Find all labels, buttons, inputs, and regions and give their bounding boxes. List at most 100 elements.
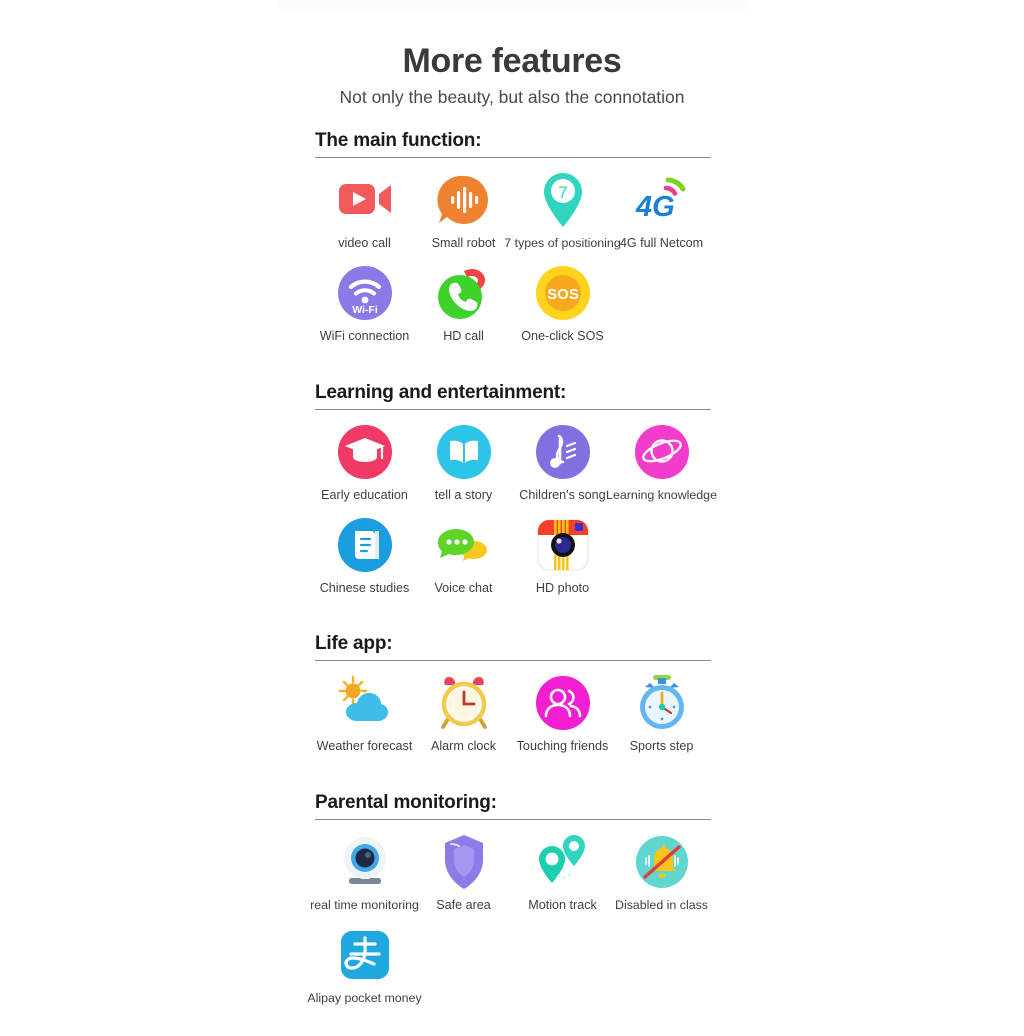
weather-sun-cloud-icon (335, 673, 395, 733)
svg-text:7: 7 (558, 183, 567, 202)
section-heading: Learning and entertainment: (315, 381, 567, 403)
svg-text:Wi-Fi: Wi-Fi (352, 304, 378, 316)
touching-friends-icon (533, 673, 593, 733)
bell-disabled-icon (632, 832, 692, 892)
feature-item-label: Alarm clock (430, 739, 497, 754)
feature-item-label: Learning knowledge (606, 487, 717, 502)
top-artifact-strip (278, 0, 748, 10)
hd-call-icon (434, 263, 494, 323)
feature-item[interactable]: Children's song (513, 422, 612, 503)
feature-item-label: Chinese studies (319, 580, 410, 595)
section-heading: The main function: (315, 130, 482, 151)
feature-row: real time monitoring Safe area Motion trac… (310, 832, 711, 925)
feature-section: Life app: Weather forecast Alarm clock Touc… (315, 633, 711, 788)
feature-row: video call Small robot 7 7 types of positio… (315, 170, 711, 263)
feature-row: Alipay pocket money (307, 925, 711, 1018)
feature-item[interactable]: Learning knowledge (606, 422, 717, 503)
hero-header: More features Not only the beauty, but a… (0, 42, 1024, 108)
feature-item[interactable]: Disabled in class (612, 832, 711, 913)
webcam-icon (335, 832, 395, 892)
alipay-icon (335, 925, 395, 985)
feature-item-label: tell a story (434, 487, 493, 502)
feature-item[interactable]: Alipay pocket money (307, 925, 422, 1006)
feature-item[interactable]: Chinese studies (315, 515, 414, 596)
feature-item[interactable]: HD photo (513, 515, 612, 596)
feature-item-label: One-click SOS (521, 328, 604, 343)
feature-item[interactable]: Small robot (414, 170, 513, 251)
feature-sections: The main function: video call Small robot 7… (307, 130, 717, 1036)
feature-row: Weather forecast Alarm clock Touching frie… (315, 673, 711, 766)
feature-item-label: HD call (443, 328, 484, 343)
feature-item[interactable]: Touching friends (513, 673, 612, 754)
open-book-icon (434, 422, 494, 482)
feature-item[interactable]: 4G 4G full Netcom (612, 170, 711, 251)
feature-item-label: Early education (321, 487, 408, 502)
feature-item[interactable]: Voice chat (414, 515, 513, 596)
feature-item-label: 4G full Netcom (619, 236, 704, 250)
music-note-icon (533, 422, 593, 482)
svg-text:SOS: SOS (547, 286, 579, 303)
shield-icon (434, 832, 494, 892)
small-robot-icon (434, 170, 494, 230)
section-heading: Parental monitoring: (315, 792, 497, 814)
svg-text:4G: 4G (635, 191, 675, 223)
feature-item-label: Alipay pocket money (307, 991, 422, 1006)
alarm-clock-icon (434, 673, 494, 733)
feature-item[interactable]: real time monitoring (310, 832, 419, 913)
feature-section: The main function: video call Small robot 7… (315, 130, 711, 378)
video-call-icon (335, 170, 395, 230)
feature-item-label: HD photo (535, 580, 590, 595)
feature-item-label: Touching friends (516, 739, 609, 754)
feature-item-label: Motion track (528, 898, 597, 913)
feature-item-label: real time monitoring (310, 898, 419, 913)
feature-item-label: 7 types of positioning (504, 236, 621, 250)
section-divider (315, 660, 711, 662)
4g-netcom-icon: 4G (632, 170, 692, 230)
sos-icon: SOS (533, 263, 593, 323)
feature-item-label: Safe area (436, 898, 491, 913)
page-title: More features (402, 42, 622, 80)
feature-item-label: Disabled in class (615, 898, 708, 913)
voice-chat-icon (434, 515, 494, 575)
section-divider (315, 819, 711, 821)
section-heading: Life app: (315, 633, 393, 655)
feature-item[interactable]: tell a story (414, 422, 513, 503)
feature-item[interactable]: Early education (315, 422, 414, 503)
feature-item-label: video call (338, 236, 391, 250)
feature-item[interactable]: 7 7 types of positioning (504, 170, 621, 251)
stopwatch-icon (632, 673, 692, 733)
feature-item[interactable]: Wi-Fi WiFi connection (315, 263, 414, 344)
feature-item-label: Small robot (431, 236, 496, 250)
feature-item-label: Sports step (629, 739, 694, 754)
feature-item[interactable]: Sports step (612, 673, 711, 754)
feature-item[interactable]: Safe area (414, 832, 513, 913)
feature-row: Early education tell a story Children's so… (315, 422, 717, 515)
hd-photo-camera-icon (533, 515, 593, 575)
feature-item-label: WiFi connection (319, 328, 410, 343)
feature-item[interactable]: Alarm clock (414, 673, 513, 754)
feature-row: Wi-Fi WiFi connection HD call SOS One-click … (315, 263, 711, 356)
feature-item[interactable]: Weather forecast (315, 673, 414, 754)
feature-item-label: Children's song (519, 487, 606, 502)
feature-section: Learning and entertainment: Early educati… (315, 381, 717, 630)
wifi-icon: Wi-Fi (335, 263, 395, 323)
motion-track-icon (533, 832, 593, 892)
feature-item-label: Weather forecast (316, 739, 413, 754)
feature-item[interactable]: HD call (414, 263, 513, 344)
feature-item[interactable]: SOS One-click SOS (513, 263, 612, 344)
feature-page: More features Not only the beauty, but a… (0, 0, 1024, 1024)
graduation-cap-icon (335, 422, 395, 482)
feature-item[interactable]: Motion track (513, 832, 612, 913)
feature-item[interactable]: video call (315, 170, 414, 251)
page-subtitle: Not only the beauty, but also the connot… (339, 87, 685, 108)
chinese-studies-icon (335, 515, 395, 575)
positioning-pin-icon: 7 (533, 170, 593, 230)
section-divider (315, 408, 711, 410)
section-divider (315, 157, 711, 158)
feature-section: Parental monitoring: real time monitoring… (307, 792, 711, 1032)
planet-icon (632, 422, 692, 482)
